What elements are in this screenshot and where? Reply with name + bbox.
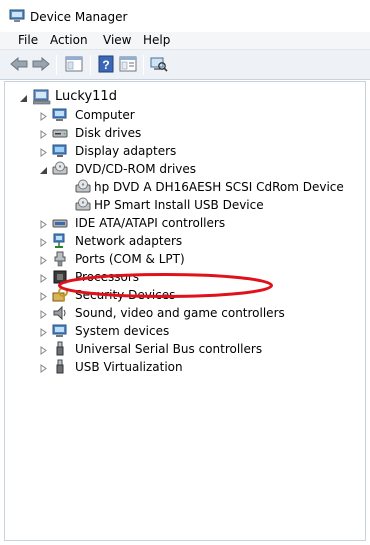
menu-help[interactable]: Help [143,33,170,47]
tree-item-label: Sound, video and game controllers [75,306,285,320]
tree-root-lucky11d[interactable]: Lucky11d [19,88,219,106]
dvd-drive-icon [75,179,91,195]
network-adapter-icon [52,233,68,249]
svg-text:?: ? [102,58,109,72]
tree-item-label: Universal Serial Bus controllers [75,342,263,356]
usb-icon [52,359,68,375]
menu-file[interactable]: File [18,33,38,47]
expand-arrow-icon[interactable] [39,290,48,301]
dvd-drive-icon [75,197,91,213]
computer-icon [32,89,51,105]
toolbar: ? [0,50,370,80]
tree-item-computer[interactable]: Computer [39,106,339,124]
menu-bar: File Action View Help [0,32,370,50]
toolbar-separator [56,55,57,75]
tree-item-label: hp DVD A DH16AESH SCSI CdRom Device [94,180,344,194]
tree-item-label: DVD/CD-ROM drives [75,162,197,176]
expand-arrow-icon[interactable] [39,272,48,283]
tree-item-ports[interactable]: Ports (COM & LPT) [39,250,339,268]
show-hide-tree-icon[interactable] [64,55,84,73]
tree-root-label: Lucky11d [55,89,117,104]
expand-arrow-icon[interactable] [39,146,48,157]
expand-arrow-icon[interactable] [39,110,48,121]
tree-item-label: Disk drives [75,126,142,140]
tree-item-label: Network adapters [75,234,183,248]
tree-item-label: Ports (COM & LPT) [75,252,185,266]
tree-item-label: System devices [75,324,170,338]
menu-action[interactable]: Action [50,33,88,47]
expand-arrow-icon[interactable] [39,362,48,373]
tree-item-label: HP Smart Install USB Device [94,198,264,212]
window-title: Device Manager [30,10,128,24]
sound-icon [52,305,68,321]
forward-arrow-icon[interactable] [31,55,51,73]
menu-view[interactable]: View [103,33,131,47]
security-device-icon [52,287,68,303]
usb-icon [52,341,68,357]
ide-controller-icon [52,215,68,231]
processor-icon [52,269,68,285]
expand-arrow-icon[interactable] [39,236,48,247]
tree-item-ide-controllers[interactable]: IDE ATA/ATAPI controllers [39,214,339,232]
tree-item-label: Processors [75,270,140,284]
port-icon [52,251,68,267]
scan-hardware-icon[interactable] [149,55,169,73]
tree-item-dvd-cd-rom-drives[interactable]: DVD/CD-ROM drives [39,160,339,178]
collapse-arrow-icon[interactable] [39,164,48,174]
system-device-icon [52,323,68,339]
tree-item-display-adapters[interactable]: Display adapters [39,142,339,160]
title-bar: Device Manager [0,0,370,32]
tree-item-usb-virtualization[interactable]: USB Virtualization [39,358,339,376]
tree-item-hp-smart-install-usb-device[interactable]: HP Smart Install USB Device [75,196,295,214]
dvd-drive-icon [52,161,68,177]
tree-item-label: Computer [75,108,135,122]
back-arrow-icon[interactable] [9,55,29,73]
device-manager-icon [9,9,25,23]
tree-item-sound-video-game-controllers[interactable]: Sound, video and game controllers [39,304,359,322]
expand-arrow-icon[interactable] [39,344,48,355]
tree-item-usb-controllers[interactable]: Universal Serial Bus controllers [39,340,359,358]
tree-item-label: USB Virtualization [75,360,183,374]
tree-item-disk-drives[interactable]: Disk drives [39,124,339,142]
toolbar-separator [143,55,144,75]
expand-arrow-icon[interactable] [39,218,48,229]
help-icon[interactable]: ? [96,55,116,73]
display-adapter-icon [52,143,68,159]
device-tree-panel: Lucky11d Computer Disk drives Display ad… [4,81,366,541]
computer-icon [52,107,68,123]
properties-icon[interactable] [118,55,138,73]
expand-arrow-icon[interactable] [39,308,48,319]
expand-arrow-icon[interactable] [39,254,48,265]
tree-item-hp-dvd-device[interactable]: hp DVD A DH16AESH SCSI CdRom Device [75,178,365,196]
tree-item-system-devices[interactable]: System devices [39,322,339,340]
tree-item-security-devices[interactable]: Security Devices [39,286,339,304]
tree-item-label: Display adapters [75,144,177,158]
tree-item-network-adapters[interactable]: Network adapters [39,232,339,250]
expand-arrow-icon[interactable] [39,128,48,139]
expand-arrow-icon[interactable] [39,326,48,337]
tree-item-label: Security Devices [75,288,176,302]
tree-item-processors[interactable]: Processors [39,268,339,286]
tree-item-label: IDE ATA/ATAPI controllers [75,216,226,230]
disk-drive-icon [52,125,68,141]
collapse-arrow-icon[interactable] [19,92,28,102]
toolbar-separator [90,55,91,75]
